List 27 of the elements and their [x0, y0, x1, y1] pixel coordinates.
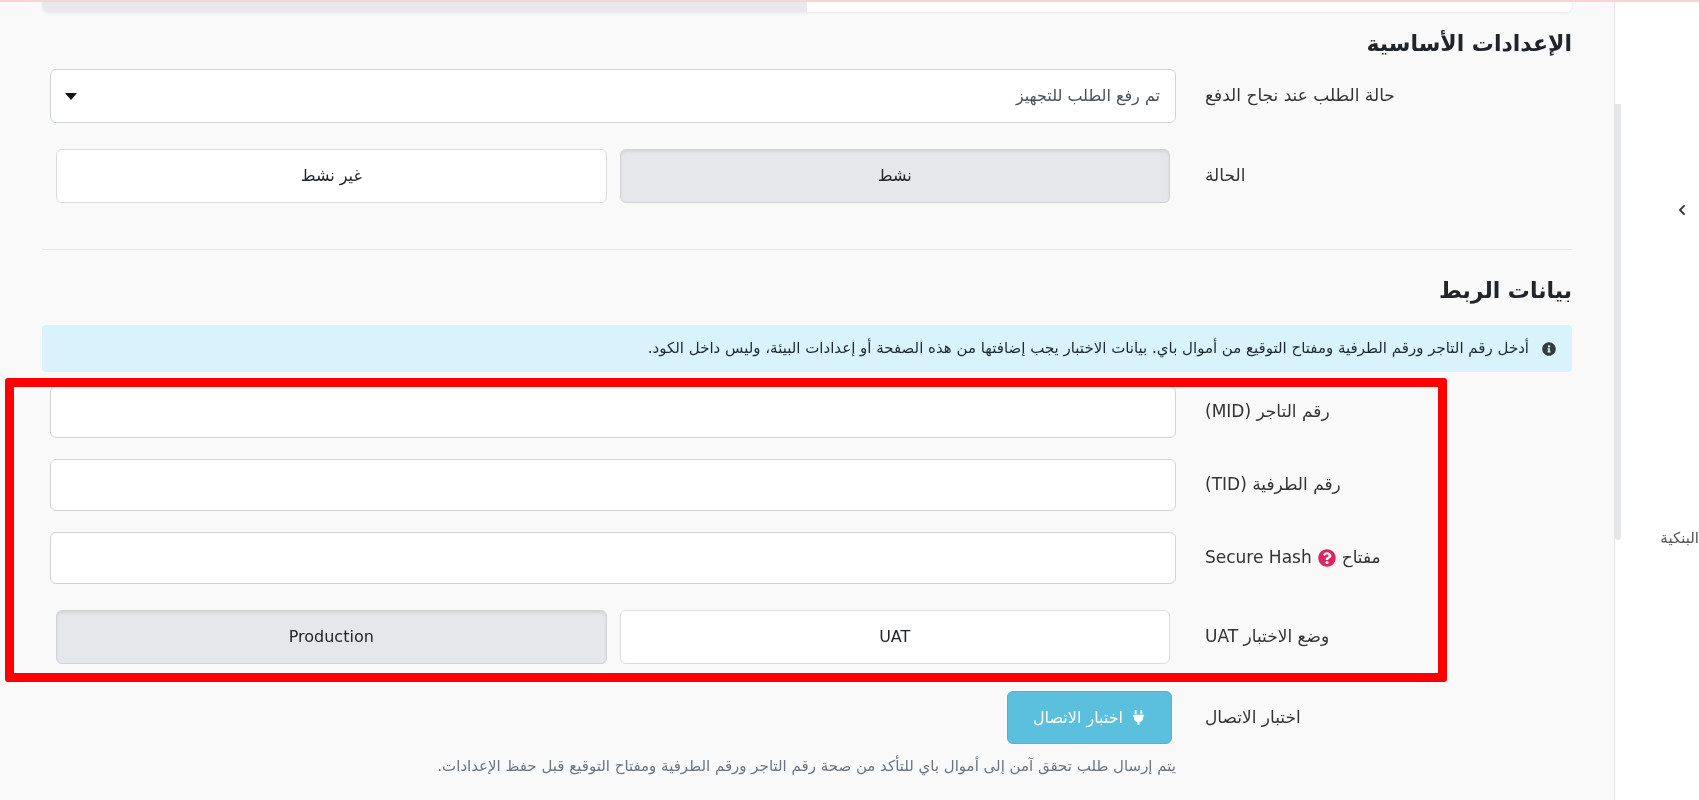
caret-icon: [65, 92, 77, 100]
section-title: الإعدادات الأساسية: [1365, 29, 1572, 58]
toggle-option[interactable]: نشط: [619, 149, 1170, 203]
input-field[interactable]: [50, 459, 1176, 511]
toggle-option[interactable]: غير نشط: [56, 149, 607, 203]
input-field[interactable]: [50, 386, 1176, 438]
help-text: يتم إرسال طلب تحقق آمن إلى أموال باي للتأكد من صحة رقم التاجر ورقم الطرفية ومفتاح التوقيع قبل حفظ الإعدادات.: [437, 754, 1176, 778]
select-field[interactable]: تم رفع الطلب للتجهيز: [50, 69, 1176, 123]
field-label: رقم الطرفية (TID): [1205, 473, 1341, 497]
section-title: بيانات الربط: [1437, 277, 1572, 306]
field-label: وضع الاختبار UAT: [1205, 625, 1330, 649]
field-label: حالة الطلب عند نجاح الدفع: [1205, 84, 1395, 108]
field-label: الحالة: [1205, 164, 1246, 188]
toggle-option[interactable]: Production: [56, 610, 607, 664]
info-icon: [1542, 341, 1556, 356]
field-label: مفتاح: [1341, 546, 1381, 570]
side-menu-text[interactable]: البنكية: [1660, 527, 1699, 549]
field-label: اختبار الاتصال: [1205, 705, 1301, 729]
scrollbar[interactable]: [1615, 104, 1621, 540]
toggle-option[interactable]: UAT: [619, 610, 1170, 664]
plug-icon: [1131, 710, 1147, 725]
info-text: أدخل رقم التاجر ورقم الطرفية ومفتاح التوقيع من أموال باي. بيانات الاختبار يجب إضافتها من هذه الصفحة أو إعدادات البيئة، وليس داخل الكود.: [647, 337, 1529, 360]
field-label: رقم التاجر (MID): [1205, 400, 1330, 424]
help-icon[interactable]: [1317, 549, 1336, 567]
chevron-left-icon[interactable]: [1676, 204, 1688, 216]
field-label: Secure Hash: [1205, 546, 1312, 570]
input-field[interactable]: [50, 532, 1176, 584]
